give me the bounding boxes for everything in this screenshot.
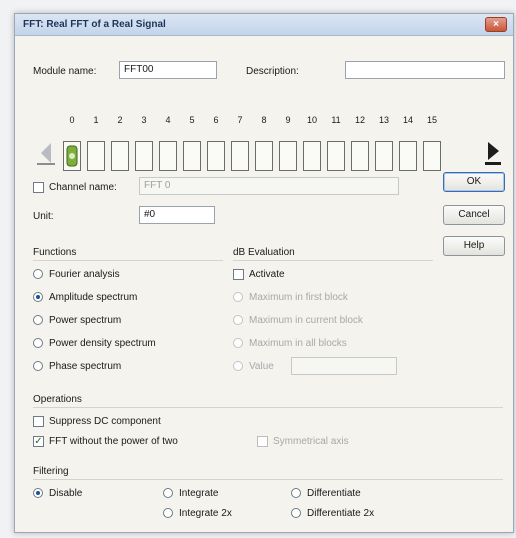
db-value-input[interactable]: [291, 357, 397, 375]
function-option-4: Phase spectrum: [49, 361, 122, 372]
filter-option-4: Differentiate 2x: [307, 508, 375, 519]
function-option-3: Power density spectrum: [49, 338, 156, 349]
module-name-label: Module name:: [33, 66, 97, 77]
module-name-input[interactable]: FFT00: [119, 61, 217, 79]
channel-cell-2[interactable]: [111, 141, 129, 171]
channel-number-8: 8: [261, 115, 267, 125]
channel-cell-4[interactable]: [159, 141, 177, 171]
channel-cell-10[interactable]: [303, 141, 321, 171]
fft-dialog: FFT: Real FFT of a Real Signal × Module …: [14, 13, 514, 533]
db-radio-1[interactable]: [233, 315, 243, 325]
filter-option-0: Disable: [49, 488, 83, 499]
channel-cell-3[interactable]: [135, 141, 153, 171]
filtering-group-title: Filtering: [33, 466, 69, 477]
unit-input[interactable]: #0: [139, 206, 215, 224]
channel-cell-9[interactable]: [279, 141, 297, 171]
channel-cell-15[interactable]: [423, 141, 441, 171]
scroll-right-arrow-icon[interactable]: [485, 139, 501, 165]
suppress-dc-label: Suppress DC component: [49, 416, 161, 427]
channel-number-0: 0: [69, 115, 75, 125]
db-radio-0[interactable]: [233, 292, 243, 302]
filter-option-1: Integrate: [179, 488, 219, 499]
functions-divider: [33, 260, 223, 261]
function-option-2: Power spectrum: [49, 315, 122, 326]
scroll-left-arrow-icon[interactable]: [37, 141, 55, 165]
channel-number-1: 1: [93, 115, 99, 125]
filtering-divider: [33, 479, 503, 480]
channel-number-9: 9: [285, 115, 291, 125]
function-radio-0[interactable]: [33, 269, 43, 279]
fft-no-power-checkbox[interactable]: ✓: [33, 436, 44, 447]
close-button[interactable]: ×: [485, 17, 507, 32]
db-radio-3[interactable]: [233, 361, 243, 371]
help-button[interactable]: Help: [443, 236, 505, 256]
channel-active-icon: [66, 145, 78, 167]
filter-radio-1[interactable]: [163, 488, 173, 498]
fft-no-power-label: FFT without the power of two: [49, 436, 178, 447]
db-eval-group-title: dB Evaluation: [233, 247, 295, 258]
channel-number-11: 11: [331, 115, 341, 125]
function-option-0: Fourier analysis: [49, 269, 120, 280]
db-eval-divider: [233, 260, 433, 261]
channel-number-13: 13: [378, 115, 389, 125]
channel-number-6: 6: [213, 115, 219, 125]
title-bar: FFT: Real FFT of a Real Signal ×: [15, 14, 513, 36]
channel-number-4: 4: [165, 115, 171, 125]
filter-option-3: Differentiate: [307, 488, 361, 499]
channel-number-10: 10: [306, 115, 317, 125]
filter-radio-3[interactable]: [291, 488, 301, 498]
operations-group-title: Operations: [33, 394, 82, 405]
channel-cell-13[interactable]: [375, 141, 393, 171]
function-radio-2[interactable]: [33, 315, 43, 325]
db-option-1: Maximum in current block: [249, 315, 363, 326]
db-option-2: Maximum in all blocks: [249, 338, 347, 349]
channel-cell-1[interactable]: [87, 141, 105, 171]
filter-option-2: Integrate 2x: [179, 508, 232, 519]
channel-cell-8[interactable]: [255, 141, 273, 171]
filter-radio-4[interactable]: [291, 508, 301, 518]
window-title: FFT: Real FFT of a Real Signal: [23, 19, 166, 30]
cancel-button[interactable]: Cancel: [443, 205, 505, 225]
channel-number-7: 7: [237, 115, 243, 125]
channel-name-label: Channel name:: [49, 182, 117, 193]
channel-cell-12[interactable]: [351, 141, 369, 171]
channel-number-3: 3: [141, 115, 147, 125]
symmetrical-axis-label: Symmetrical axis: [273, 436, 349, 447]
functions-group-title: Functions: [33, 247, 77, 258]
function-radio-3[interactable]: [33, 338, 43, 348]
channel-cell-14[interactable]: [399, 141, 417, 171]
db-radio-2[interactable]: [233, 338, 243, 348]
channel-cell-7[interactable]: [231, 141, 249, 171]
unit-label: Unit:: [33, 211, 54, 222]
channel-name-input[interactable]: FFT 0: [139, 177, 399, 195]
channel-number-5: 5: [189, 115, 195, 125]
channel-number-15: 15: [426, 115, 437, 125]
db-activate-checkbox[interactable]: [233, 269, 244, 280]
channel-number-2: 2: [117, 115, 123, 125]
description-input[interactable]: [345, 61, 505, 79]
description-label: Description:: [246, 66, 299, 77]
suppress-dc-checkbox[interactable]: [33, 416, 44, 427]
operations-divider: [33, 407, 503, 408]
db-option-3: Value: [249, 361, 274, 372]
db-activate-label: Activate: [249, 269, 285, 280]
ok-button[interactable]: OK: [443, 172, 505, 192]
function-radio-1[interactable]: [33, 292, 43, 302]
channel-number-12: 12: [354, 115, 365, 125]
filter-radio-2[interactable]: [163, 508, 173, 518]
channel-cell-11[interactable]: [327, 141, 345, 171]
function-radio-4[interactable]: [33, 361, 43, 371]
filter-radio-0[interactable]: [33, 488, 43, 498]
symmetrical-axis-checkbox[interactable]: [257, 436, 268, 447]
function-option-1: Amplitude spectrum: [49, 292, 138, 303]
channel-cell-6[interactable]: [207, 141, 225, 171]
channel-name-checkbox[interactable]: [33, 182, 44, 193]
channel-cell-5[interactable]: [183, 141, 201, 171]
channel-cell-0[interactable]: [63, 141, 81, 171]
channel-number-14: 14: [402, 115, 413, 125]
db-option-0: Maximum in first block: [249, 292, 348, 303]
